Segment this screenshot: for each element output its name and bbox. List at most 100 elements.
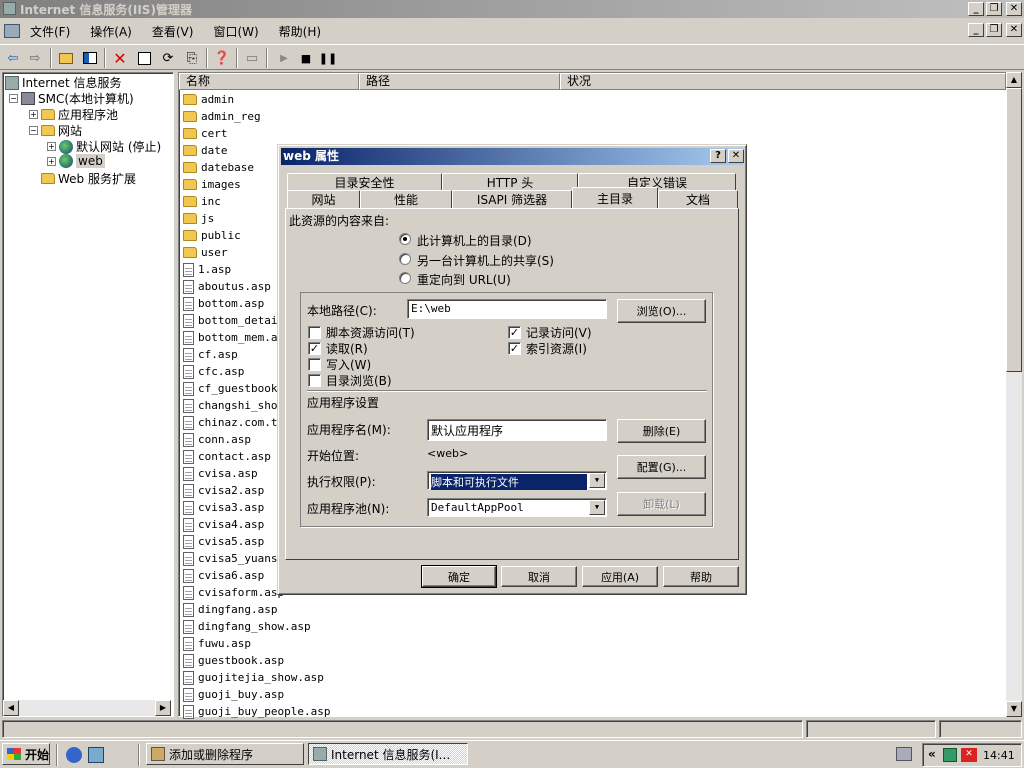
folder-row[interactable]: user: [183, 244, 228, 261]
tree-hscroll[interactable]: ◀ ▶: [3, 700, 171, 716]
browse-button[interactable]: 浏览(O)...: [617, 299, 706, 323]
file-row[interactable]: fuwu.asp: [183, 635, 251, 652]
checkbox-dir-browsing-label[interactable]: 目录浏览(B): [326, 372, 392, 389]
cancel-button[interactable]: 取消: [501, 566, 577, 587]
checkbox-dir-browsing[interactable]: [308, 374, 321, 387]
file-row[interactable]: guestbook.asp: [183, 652, 284, 669]
tab-isapi-filters[interactable]: ISAPI 筛选器: [452, 190, 572, 209]
tab-website[interactable]: 网站: [287, 190, 360, 209]
checkbox-index-resource[interactable]: ✓: [508, 342, 521, 355]
help-icon[interactable]: ❓: [212, 48, 232, 68]
file-row[interactable]: guoji_buy_people.asp: [183, 703, 330, 720]
exec-permission-select[interactable]: 脚本和可执行文件 ▼: [427, 471, 607, 490]
menu-file[interactable]: 文件(F): [20, 23, 80, 40]
expand-icon[interactable]: +: [29, 110, 38, 119]
expand-icon[interactable]: +: [47, 156, 56, 166]
play-icon[interactable]: ▶: [274, 48, 294, 68]
scroll-left-icon[interactable]: ◀: [3, 700, 19, 716]
checkbox-log-visits-label[interactable]: 记录访问(V): [526, 324, 592, 341]
checkbox-write[interactable]: [308, 358, 321, 371]
menu-view[interactable]: 查看(V): [142, 23, 204, 40]
file-row[interactable]: cvisaform.asp: [183, 584, 284, 601]
file-row[interactable]: cf.asp: [183, 346, 238, 363]
forward-arrow-icon[interactable]: ⇨: [25, 48, 45, 68]
show-desktop-icon[interactable]: [88, 747, 104, 763]
radio-local-dir[interactable]: [399, 233, 411, 245]
unload-button[interactable]: 卸载(L): [617, 492, 706, 516]
checkbox-log-visits[interactable]: ✓: [508, 326, 521, 339]
file-row[interactable]: cf_guestbook.: [183, 380, 284, 397]
file-row[interactable]: cvisa6.asp: [183, 567, 264, 584]
file-row[interactable]: cfc.asp: [183, 363, 244, 380]
checkbox-read-label[interactable]: 读取(R): [326, 340, 368, 357]
file-row[interactable]: cvisa.asp: [183, 465, 258, 482]
radio-redirect-url[interactable]: [399, 272, 411, 284]
ok-button[interactable]: 确定: [421, 565, 497, 588]
tray-app-icon[interactable]: [943, 748, 957, 762]
child-restore-button[interactable]: ❐: [986, 23, 1002, 37]
radio-local-dir-label[interactable]: 此计算机上的目录(D): [417, 232, 532, 249]
file-row[interactable]: aboutus.asp: [183, 278, 271, 295]
help-button[interactable]: 帮助: [663, 566, 739, 587]
file-row[interactable]: cvisa5.asp: [183, 533, 264, 550]
tray-expand-icon[interactable]: «: [928, 747, 936, 761]
folder-row[interactable]: public: [183, 227, 241, 244]
dialog-titlebar[interactable]: web 属性 ? ✕: [281, 148, 744, 165]
config-button[interactable]: 配置(G)...: [617, 455, 706, 479]
tray-alert-icon[interactable]: ✕: [961, 748, 977, 762]
app-name-input[interactable]: 默认应用程序: [427, 419, 607, 441]
back-arrow-icon[interactable]: ⇦: [3, 48, 23, 68]
network-tray-icon[interactable]: [896, 747, 912, 761]
radio-network-share[interactable]: [399, 253, 411, 265]
tab-home-directory[interactable]: 主目录: [572, 187, 658, 208]
maximize-button[interactable]: ❐: [986, 2, 1002, 16]
collapse-icon[interactable]: −: [29, 126, 38, 135]
checkbox-index-resource-label[interactable]: 索引资源(I): [526, 340, 587, 357]
tree-item-default-site[interactable]: + 默认网站 (停止): [47, 138, 161, 155]
file-row[interactable]: cvisa4.asp: [183, 516, 264, 533]
file-row[interactable]: 1.asp: [183, 261, 231, 278]
refresh-icon[interactable]: ⟳: [158, 48, 178, 68]
file-row[interactable]: chinaz.com.tx: [183, 414, 284, 431]
column-status[interactable]: 状况: [560, 73, 1006, 90]
tab-documents[interactable]: 文档: [658, 190, 738, 209]
folder-row[interactable]: datebase: [183, 159, 254, 176]
taskbar-add-remove-programs[interactable]: 添加或删除程序: [146, 743, 304, 765]
file-row[interactable]: cvisa5_yuansh: [183, 550, 284, 567]
app-pool-select[interactable]: DefaultAppPool ▼: [427, 498, 607, 517]
computer-icon[interactable]: ▭: [242, 48, 262, 68]
file-row[interactable]: guoji_buy.asp: [183, 686, 284, 703]
remove-button[interactable]: 删除(E): [617, 419, 706, 443]
local-path-input[interactable]: E:\web: [407, 299, 607, 319]
minimize-button[interactable]: _: [968, 2, 984, 16]
column-name[interactable]: 名称: [179, 73, 359, 90]
delete-icon[interactable]: ✕: [110, 48, 130, 68]
file-row[interactable]: guojitejia_show.asp: [183, 669, 324, 686]
file-row[interactable]: contact.asp: [183, 448, 271, 465]
close-button[interactable]: ✕: [1006, 2, 1022, 16]
list-vscroll[interactable]: ▲ ▼: [1006, 72, 1022, 717]
folder-row[interactable]: admin: [183, 91, 234, 108]
file-row[interactable]: cvisa2.asp: [183, 482, 264, 499]
tree-item-iis-root[interactable]: Internet 信息服务: [5, 74, 121, 91]
export-icon[interactable]: ⎘: [182, 48, 202, 68]
clock[interactable]: 14:41: [983, 749, 1015, 762]
folder-row[interactable]: date: [183, 142, 228, 159]
window-titlebar[interactable]: Internet 信息服务(IIS)管理器 _ ❐ ✕: [0, 0, 1024, 18]
folder-row[interactable]: admin_reg: [183, 108, 261, 125]
radio-redirect-url-label[interactable]: 重定向到 URL(U): [417, 271, 511, 288]
chevron-down-icon[interactable]: ▼: [589, 473, 605, 488]
menu-help[interactable]: 帮助(H): [269, 23, 331, 40]
properties-icon[interactable]: [134, 48, 154, 68]
file-row[interactable]: changshi_show: [183, 397, 284, 414]
radio-network-share-label[interactable]: 另一台计算机上的共享(S): [417, 252, 554, 269]
apply-button[interactable]: 应用(A): [582, 566, 658, 587]
dialog-close-button[interactable]: ✕: [728, 149, 744, 163]
file-row[interactable]: dingfang.asp: [183, 601, 277, 618]
file-row[interactable]: bottom_detail: [183, 312, 284, 329]
scroll-thumb[interactable]: [1006, 88, 1022, 372]
file-row[interactable]: cvisa3.asp: [183, 499, 264, 516]
tree-item-web[interactable]: + web: [47, 154, 105, 168]
show-tree-icon[interactable]: [80, 48, 100, 68]
taskbar-iis-manager[interactable]: Internet 信息服务(I...: [308, 743, 468, 765]
